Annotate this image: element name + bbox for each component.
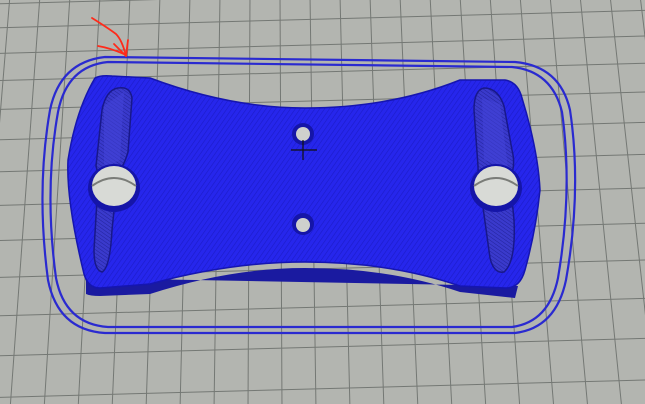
- viewport-canvas[interactable]: [0, 0, 645, 404]
- bottom-screw-hole: [292, 213, 314, 235]
- right-mount-hole: [470, 164, 522, 212]
- 3d-print-preview-viewport[interactable]: [0, 0, 645, 404]
- left-mount-hole: [88, 164, 140, 212]
